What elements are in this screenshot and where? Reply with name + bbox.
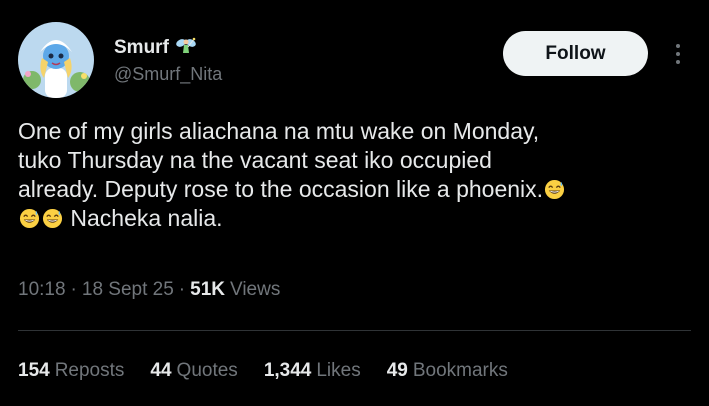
quotes-count: 44: [150, 360, 172, 381]
bookmarks-stat[interactable]: 49 Bookmarks: [387, 360, 508, 382]
engagement-stats: 154 Reposts 44 Quotes 1,344 Likes 49 Bookmar…: [18, 360, 534, 382]
tweet-line: already. Deputy rose to the occasion lik…: [18, 175, 688, 204]
likes-count: 1,344: [263, 360, 312, 381]
separator-dot: ·: [70, 279, 77, 300]
tweet-line: Nacheka nalia.: [18, 204, 688, 233]
tweet-text: One of my girls aliachana na mtu wake on…: [18, 117, 688, 233]
grinning-sweat-emoji: [42, 208, 63, 229]
likes-stat[interactable]: 1,344 Likes: [264, 360, 361, 382]
username[interactable]: @Smurf_Nita: [114, 64, 222, 85]
bookmarks-count: 49: [386, 360, 408, 381]
tweet-line: One of my girls aliachana na mtu wake on…: [18, 118, 540, 144]
post-date[interactable]: 18 Sept 25: [82, 279, 174, 301]
grinning-sweat-emoji: [19, 208, 40, 229]
follow-button[interactable]: Follow: [503, 31, 648, 76]
quotes-stat[interactable]: 44 Quotes: [150, 360, 237, 382]
views-label: Views: [229, 279, 281, 300]
display-name[interactable]: Smurf: [114, 37, 169, 59]
more-options-icon[interactable]: [668, 40, 688, 68]
post-time[interactable]: 10:18: [18, 279, 66, 301]
tweet-line-text: Nacheka nalia.: [70, 205, 223, 231]
fairy-icon: [175, 35, 197, 62]
likes-label: Likes: [316, 360, 361, 381]
divider: [18, 330, 691, 331]
separator-dot: ·: [178, 279, 186, 300]
views-count: 51K: [190, 279, 225, 300]
tweet-line-text: already. Deputy rose to the occasion lik…: [18, 176, 544, 202]
reposts-label: Reposts: [54, 360, 125, 381]
tweet-header: Smurf @Smurf_Nita Follow: [18, 22, 693, 98]
author-names: Smurf @Smurf_Nita: [114, 36, 222, 85]
quotes-label: Quotes: [176, 360, 238, 381]
bookmarks-label: Bookmarks: [412, 360, 508, 381]
tweet-meta: 10:18 · 18 Sept 25 · 51K Views: [18, 279, 280, 301]
reposts-stat[interactable]: 154 Reposts: [18, 360, 124, 382]
reposts-count: 154: [18, 360, 50, 381]
tweet-line: tuko Thursday na the vacant seat iko occ…: [18, 147, 492, 173]
grinning-sweat-emoji: [545, 179, 565, 200]
avatar[interactable]: [18, 22, 94, 98]
